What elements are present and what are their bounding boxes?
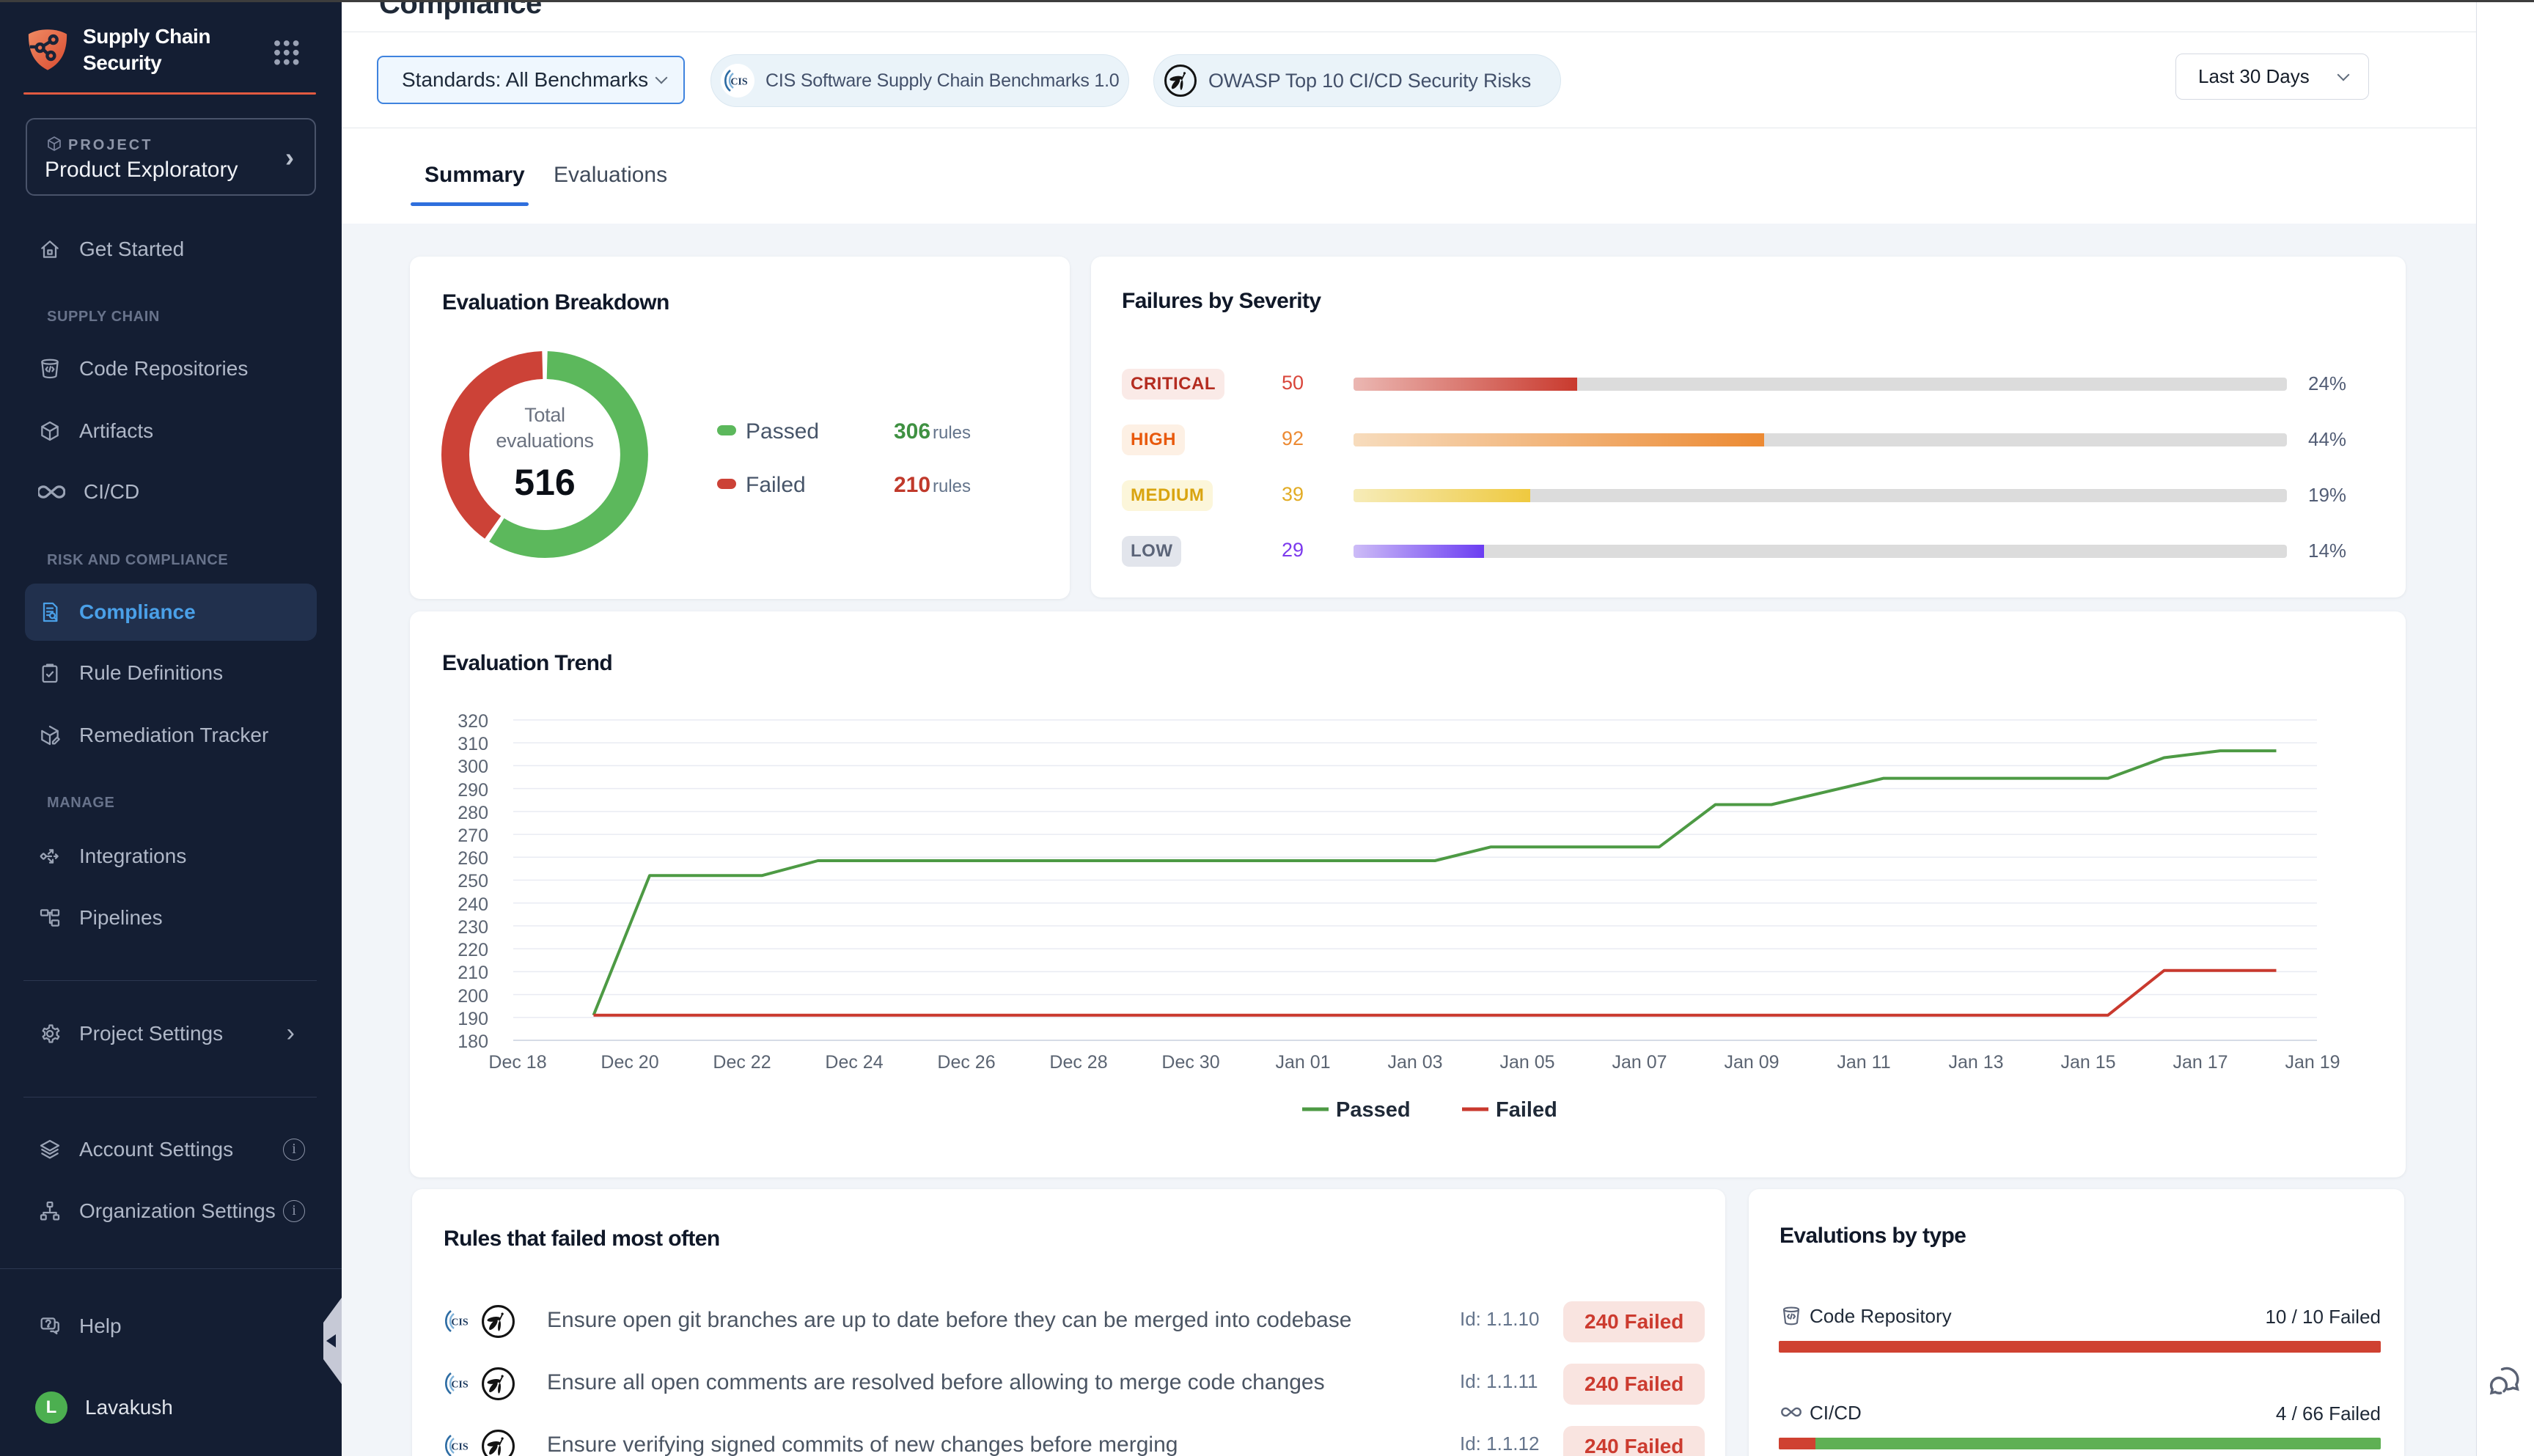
svg-text:Dec 22: Dec 22 (713, 1052, 771, 1073)
svg-text:320: 320 (458, 711, 488, 732)
svg-text:290: 290 (458, 780, 488, 801)
svg-text:270: 270 (458, 826, 488, 846)
svg-text:Dec 18: Dec 18 (488, 1052, 546, 1073)
svg-text:Jan 15: Jan 15 (2060, 1052, 2115, 1073)
svg-text:Jan 11: Jan 11 (1837, 1052, 1890, 1073)
svg-text:Dec 30: Dec 30 (1161, 1052, 1219, 1073)
svg-text:Jan 13: Jan 13 (1948, 1052, 2003, 1073)
svg-text:210: 210 (458, 963, 488, 983)
svg-text:Jan 01: Jan 01 (1275, 1052, 1330, 1073)
svg-text:Dec 28: Dec 28 (1049, 1052, 1107, 1073)
svg-text:250: 250 (458, 871, 488, 891)
svg-text:180: 180 (458, 1032, 488, 1052)
svg-text:CIS: CIS (451, 1442, 469, 1453)
svg-text:CIS: CIS (451, 1317, 469, 1328)
svg-text:Jan 05: Jan 05 (1499, 1052, 1554, 1073)
svg-text:260: 260 (458, 848, 488, 869)
svg-text:190: 190 (458, 1009, 488, 1029)
svg-text:Passed: Passed (1336, 1098, 1411, 1122)
svg-text:Dec 26: Dec 26 (937, 1052, 995, 1073)
svg-text:Jan 19: Jan 19 (2285, 1052, 2340, 1073)
svg-text:220: 220 (458, 940, 488, 960)
svg-text:CIS: CIS (451, 1380, 469, 1391)
svg-text:280: 280 (458, 803, 488, 823)
svg-text:Failed: Failed (1496, 1098, 1557, 1122)
svg-text:Jan 07: Jan 07 (1612, 1052, 1667, 1073)
svg-text:Dec 20: Dec 20 (601, 1052, 658, 1073)
svg-text:240: 240 (458, 894, 488, 915)
svg-text:Jan 09: Jan 09 (1724, 1052, 1779, 1073)
svg-text:Jan 17: Jan 17 (2173, 1052, 2228, 1073)
svg-text:Dec 24: Dec 24 (825, 1052, 883, 1073)
svg-text:200: 200 (458, 986, 488, 1007)
svg-text:CIS: CIS (730, 77, 748, 88)
svg-text:Jan 03: Jan 03 (1387, 1052, 1442, 1073)
svg-text:230: 230 (458, 917, 488, 938)
svg-text:300: 300 (458, 757, 488, 777)
svg-text:310: 310 (458, 734, 488, 754)
